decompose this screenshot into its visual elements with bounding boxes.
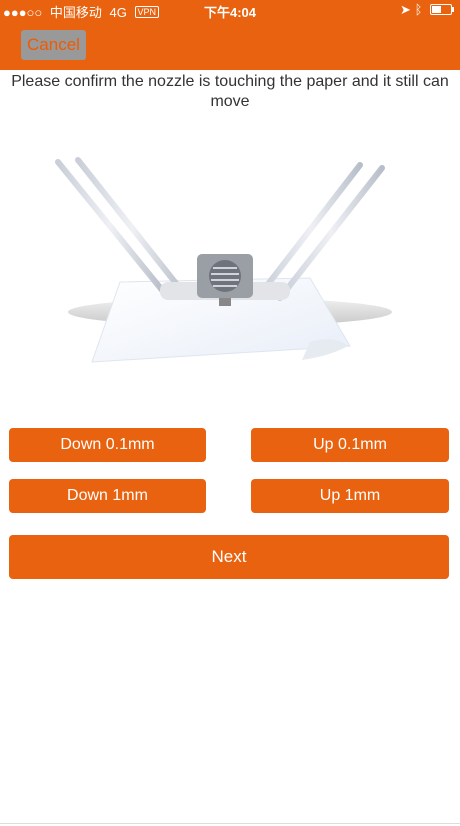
status-time: 下午4:04 xyxy=(203,5,257,20)
bottom-divider xyxy=(0,823,460,824)
cancel-button[interactable]: Cancel xyxy=(21,30,86,60)
status-right: ➤ ᛒ xyxy=(400,2,454,18)
bluetooth-icon: ᛒ xyxy=(414,2,423,17)
next-button[interactable]: Next xyxy=(9,535,449,579)
down-0-1mm-button[interactable]: Down 0.1mm xyxy=(9,428,206,462)
nozzle-tip xyxy=(219,298,231,306)
top-bar: ●●●○○ 中国移动 4G VPN 下午4:04 ➤ ᛒ Cancel xyxy=(0,0,460,70)
location-icon: ➤ xyxy=(400,2,411,17)
instruction-text: Please confirm the nozzle is touching th… xyxy=(11,73,449,110)
fan-icon xyxy=(209,260,241,292)
battery-icon xyxy=(430,4,454,15)
status-bar: ●●●○○ 中国移动 4G VPN 下午4:04 ➤ ᛒ xyxy=(0,0,460,20)
down-1mm-button[interactable]: Down 1mm xyxy=(9,479,206,513)
up-1mm-button[interactable]: Up 1mm xyxy=(251,479,449,513)
up-0-1mm-button[interactable]: Up 0.1mm xyxy=(251,428,449,462)
printer-nozzle-illustration xyxy=(55,157,392,363)
